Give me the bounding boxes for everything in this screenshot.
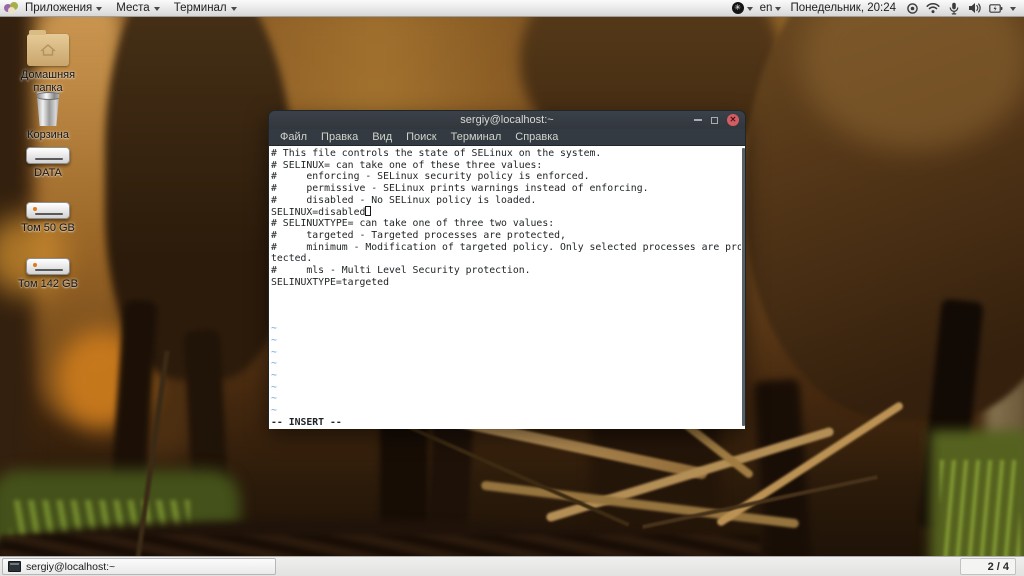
close-button[interactable]: ✕ bbox=[727, 114, 739, 126]
wallpaper-shape bbox=[940, 460, 1020, 560]
keyboard-layout-label: en bbox=[759, 2, 773, 14]
chevron-down-icon bbox=[96, 6, 103, 11]
menu-places[interactable]: Места bbox=[109, 0, 166, 16]
taskbar: sergiy@localhost:~ 2 / 4 bbox=[0, 556, 1024, 576]
terminal-scrollbar[interactable] bbox=[741, 146, 745, 429]
workspace-indicator-label: 2 / 4 bbox=[987, 560, 1009, 573]
terminal-line-cursor: SELINUX=disabled bbox=[271, 206, 745, 218]
chevron-down-icon bbox=[775, 6, 782, 11]
orb-status-menu[interactable]: ✳ bbox=[731, 2, 753, 14]
menu-terminal[interactable]: Терминал bbox=[167, 0, 244, 16]
terminal-line: # SELINUX= can take one of these three v… bbox=[271, 159, 543, 171]
menu-help[interactable]: Справка bbox=[508, 131, 565, 143]
panel-menu-group: Приложения Места Терминал bbox=[0, 0, 244, 16]
menu-search[interactable]: Поиск bbox=[399, 131, 443, 143]
menu-applications[interactable]: Приложения bbox=[18, 0, 109, 16]
desktop-root: Приложения Места Терминал ✳ en Понедельн… bbox=[0, 0, 1024, 576]
menu-edit[interactable]: Правка bbox=[314, 131, 365, 143]
menu-terminal-label: Терминал bbox=[173, 2, 227, 14]
desktop-icon-trash[interactable]: Корзина bbox=[6, 92, 90, 142]
terminal-line: SELINUXTYPE=targeted bbox=[271, 276, 389, 288]
clock[interactable]: Понедельник, 20:24 bbox=[788, 2, 898, 14]
menu-terminal[interactable]: Терминал bbox=[444, 131, 509, 143]
desktop-icon-label: Том 50 GB bbox=[21, 222, 75, 234]
vim-tilde-line: ~ bbox=[271, 393, 277, 405]
vim-mode-status: -- INSERT -- bbox=[271, 416, 342, 428]
terminal-line: # permissive - SELinux prints warnings i… bbox=[271, 183, 649, 195]
taskbar-window-label: sergiy@localhost:~ bbox=[26, 560, 116, 573]
terminal-icon bbox=[8, 561, 21, 572]
menu-view[interactable]: Вид bbox=[365, 131, 399, 143]
vim-tilde-line: ~ bbox=[271, 405, 277, 417]
menu-places-label: Места bbox=[116, 2, 150, 14]
terminal-line-text: SELINUX=disabled bbox=[271, 207, 366, 219]
desktop-icon-label: Корзина bbox=[27, 129, 69, 141]
desktop-icon-label: Домашняя папка bbox=[20, 69, 76, 94]
chevron-down-icon bbox=[1010, 6, 1016, 11]
microphone-icon[interactable] bbox=[947, 1, 961, 15]
panel-status-area: ✳ en Понедельник, 20:24 bbox=[731, 0, 1024, 16]
applications-logo-icon bbox=[4, 1, 18, 15]
desktop-icon-home-folder[interactable]: Домашняя папка bbox=[6, 30, 90, 94]
volume-icon[interactable] bbox=[968, 1, 982, 15]
window-controls: ✕ bbox=[694, 111, 739, 129]
chevron-down-icon bbox=[230, 6, 237, 11]
chevron-down-icon bbox=[746, 6, 753, 11]
terminal-line: # SELINUXTYPE= can take one of three two… bbox=[271, 218, 555, 230]
keyboard-layout-indicator[interactable]: en bbox=[760, 2, 782, 14]
minimize-button[interactable] bbox=[694, 119, 702, 121]
terminal-line: # mls - Multi Level Security protection. bbox=[271, 264, 531, 276]
terminal-line: # targeted - Targeted processes are prot… bbox=[271, 229, 566, 241]
top-panel: Приложения Места Терминал ✳ en Понедельн… bbox=[0, 0, 1024, 17]
drive-icon bbox=[26, 147, 70, 164]
desktop-icon-label: DATA bbox=[34, 167, 62, 179]
terminal-line: # enforcing - SELinux security policy is… bbox=[271, 171, 590, 183]
terminal-content[interactable]: # This file controls the state of SELinu… bbox=[269, 146, 745, 429]
maximize-button[interactable] bbox=[711, 116, 718, 124]
desktop-icon-volume-50gb[interactable]: Том 50 GB bbox=[6, 202, 90, 235]
vim-tilde-line: ~ bbox=[271, 346, 277, 358]
home-folder-icon bbox=[27, 30, 69, 66]
trash-icon bbox=[36, 92, 60, 126]
terminal-line: # This file controls the state of SELinu… bbox=[271, 148, 602, 159]
terminal-line: # minimum - Modification of targeted pol… bbox=[271, 241, 743, 253]
vim-tilde-line: ~ bbox=[271, 335, 277, 346]
terminal-line: # disabled - No SELinux policy is loaded… bbox=[271, 194, 537, 206]
battery-icon[interactable] bbox=[989, 1, 1003, 15]
drive-icon bbox=[26, 202, 70, 219]
scrollbar-thumb[interactable] bbox=[742, 148, 745, 426]
vim-tilde-line: ~ bbox=[271, 381, 277, 393]
drive-icon bbox=[26, 258, 70, 275]
terminal-line: tected. bbox=[271, 253, 313, 265]
desktop-icon-data-drive[interactable]: DATA bbox=[6, 147, 90, 180]
orb-status-icon: ✳ bbox=[731, 2, 744, 14]
wifi-icon[interactable] bbox=[926, 1, 940, 15]
vim-cursor bbox=[365, 206, 372, 217]
chevron-down-icon bbox=[153, 6, 160, 11]
vim-tilde-line: ~ bbox=[271, 370, 277, 382]
desktop-icon-label: Том 142 GB bbox=[18, 278, 78, 290]
record-icon[interactable] bbox=[905, 1, 919, 15]
desktop-icon-volume-142gb[interactable]: Том 142 GB bbox=[6, 258, 90, 291]
menu-file[interactable]: Файл bbox=[273, 131, 314, 143]
terminal-window: sergiy@localhost:~ ✕ Файл Правка Вид Пои… bbox=[268, 110, 746, 429]
workspace-switcher[interactable]: 2 / 4 bbox=[960, 558, 1016, 575]
terminal-titlebar[interactable]: sergiy@localhost:~ ✕ bbox=[269, 111, 745, 129]
taskbar-window-button[interactable]: sergiy@localhost:~ bbox=[2, 558, 276, 575]
vim-tilde-line: ~ bbox=[271, 323, 277, 335]
terminal-menubar: Файл Правка Вид Поиск Терминал Справка bbox=[269, 129, 745, 146]
vim-tilde-line: ~ bbox=[271, 358, 277, 370]
menu-applications-label: Приложения bbox=[25, 2, 93, 14]
window-title: sergiy@localhost:~ bbox=[460, 114, 554, 126]
